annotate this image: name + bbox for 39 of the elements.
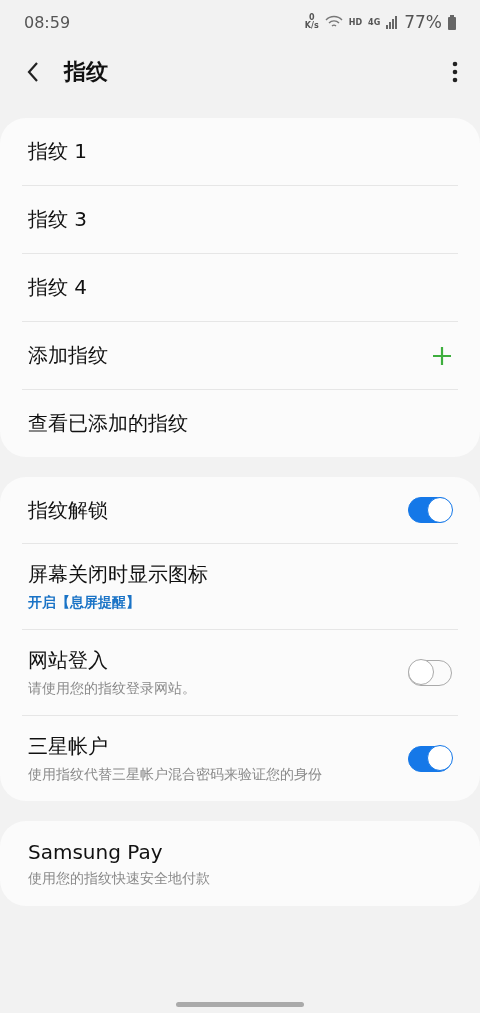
list-item[interactable]: 指纹 1: [22, 118, 458, 185]
setting-title: 屏幕关闭时显示图标: [28, 561, 209, 588]
setting-title: 指纹解锁: [28, 496, 109, 524]
setting-title: Samsung Pay: [28, 839, 164, 864]
setting-summary: 开启【息屏提醒】: [28, 594, 141, 612]
plus-icon: [432, 345, 452, 366]
net-speed-unit: K/s: [304, 22, 319, 30]
settings-row[interactable]: 指纹解锁: [22, 477, 458, 543]
toggle-switch[interactable]: [408, 745, 452, 772]
settings-row[interactable]: 网站登入 请使用您的指纹登录网站。: [22, 629, 458, 715]
item-label: 指纹 3: [28, 206, 89, 233]
setting-summary: 请使用您的指纹登录网站。: [28, 680, 197, 698]
hd-label: HD: [348, 17, 363, 27]
item-label: 指纹 4: [28, 274, 89, 301]
back-icon: [26, 61, 40, 83]
battery-icon: [448, 14, 456, 30]
settings-row[interactable]: 屏幕关闭时显示图标 开启【息屏提醒】: [22, 543, 458, 629]
toggle-switch[interactable]: [408, 497, 452, 523]
network-label: 4G: [368, 17, 381, 27]
net-speed-value: 0: [309, 14, 315, 22]
wifi-icon: [324, 15, 343, 29]
battery-percent: 77%: [404, 12, 442, 32]
list-item[interactable]: 指纹 3: [22, 185, 458, 253]
setting-title: 网站登入: [28, 647, 109, 674]
setting-summary: 使用您的指纹快速安全地付款: [28, 869, 211, 888]
item-label: 添加指纹: [28, 342, 109, 369]
setting-summary: 使用指纹代替三星帐户混合密码来验证您的身份: [28, 766, 323, 784]
item-label: 查看已添加的指纹: [28, 410, 189, 437]
setting-title: 三星帐户: [28, 733, 109, 760]
more-icon: [452, 61, 458, 83]
settings-row[interactable]: 三星帐户 使用指纹代替三星帐户混合密码来验证您的身份: [22, 715, 458, 801]
page-title: 指纹: [64, 58, 109, 86]
status-time: 08:59: [24, 12, 72, 32]
settings-row[interactable]: Samsung Pay 使用您的指纹快速安全地付款: [22, 821, 458, 906]
item-label: 指纹 1: [28, 138, 89, 165]
signal-icon: [386, 15, 399, 29]
list-item[interactable]: 指纹 4: [22, 253, 458, 321]
list-item[interactable]: 添加指纹: [22, 321, 458, 389]
list-item[interactable]: 查看已添加的指纹: [22, 389, 458, 457]
